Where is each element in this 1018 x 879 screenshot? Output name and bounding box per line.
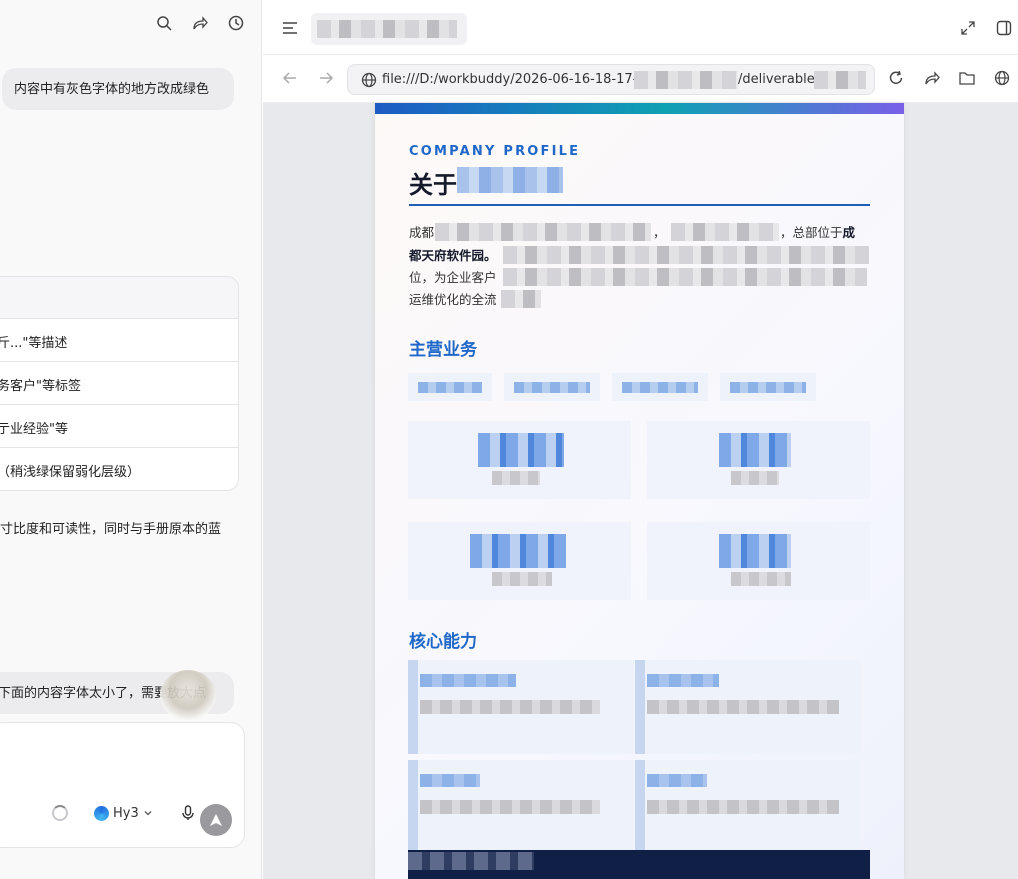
- model-logo-icon: [94, 805, 109, 821]
- table-row: 斤..."等描述: [0, 319, 238, 362]
- business-card: [408, 522, 631, 600]
- para-text: 位，为企业客户: [409, 270, 497, 285]
- url-text-2: /deliverables/: [738, 72, 826, 87]
- address-bar[interactable]: file:///D:/workbuddy/2026-06-16-18-17-46…: [347, 64, 875, 95]
- model-selector[interactable]: Hy3: [94, 805, 153, 821]
- doc-paragraph-line: 都天府软件园。: [409, 245, 497, 264]
- tab-bar: [263, 0, 1018, 55]
- doc-paragraph-line: ，: [653, 222, 666, 241]
- loading-spinner-icon: [52, 805, 68, 821]
- capability-card: [408, 660, 634, 754]
- microphone-icon[interactable]: [179, 804, 197, 822]
- doc-paragraph-line: 运维优化的全流: [409, 289, 497, 308]
- globe-icon: [360, 71, 378, 89]
- para-redacted: [501, 290, 541, 308]
- assistant-reply-text: 寸比度和可读性，同时与手册原本的蓝: [0, 522, 222, 537]
- assistant-avatar: [160, 670, 216, 720]
- summary-table: 斤..."等描述 务客户"等标签 亍业经验"等 （稍浅绿保留弱化层级）: [0, 276, 239, 491]
- navigation-bar: file:///D:/workbuddy/2026-06-16-18-17-46…: [263, 55, 1018, 103]
- chevron-down-icon: [144, 811, 152, 816]
- doc-eyebrow: COMPANY PROFILE: [409, 144, 581, 159]
- capability-card: [635, 660, 861, 754]
- business-tag: [720, 373, 816, 401]
- input-toolbar: Hy3: [52, 804, 197, 822]
- sidebar-toggle-icon[interactable]: [995, 19, 1013, 37]
- para-text: 运维优化的全流: [409, 292, 497, 307]
- business-card: [408, 421, 631, 499]
- chat-toolbar: [155, 14, 245, 32]
- send-button[interactable]: [200, 804, 232, 836]
- doc-paragraph-line: 位，为企业客户: [409, 267, 497, 286]
- document-page: COMPANY PROFILE 关于 成都 ， ，总部位于成 都天府软件园。 位…: [375, 103, 904, 879]
- url-redacted-2: [814, 71, 866, 89]
- doc-footer-banner: [408, 850, 870, 879]
- menu-icon[interactable]: [281, 19, 299, 37]
- url-text: file:///D:/workbuddy/2026-06-16-18-17-46: [382, 72, 654, 87]
- para-redacted: [503, 268, 867, 286]
- para-bold: 成: [842, 225, 856, 240]
- business-tag: [612, 373, 708, 401]
- share-icon[interactable]: [923, 69, 941, 87]
- url-redacted: [634, 71, 738, 89]
- table-row: 亍业经验"等: [0, 405, 238, 448]
- forward-arrow-icon[interactable]: [317, 69, 335, 87]
- business-tag: [504, 373, 600, 401]
- para-redacted: [671, 223, 779, 241]
- folder-icon[interactable]: [958, 69, 976, 87]
- para-text: ，: [653, 225, 666, 240]
- para-redacted: [503, 246, 869, 264]
- capability-card: [408, 760, 634, 854]
- business-tag: [408, 373, 492, 401]
- title-divider: [409, 204, 870, 206]
- share-icon[interactable]: [191, 14, 209, 32]
- doc-paragraph-line: 成都: [409, 222, 434, 241]
- browser-panel: file:///D:/workbuddy/2026-06-16-18-17-46…: [263, 0, 1018, 879]
- back-arrow-icon[interactable]: [281, 69, 299, 87]
- doc-title-redacted: [457, 167, 563, 193]
- business-card: [647, 522, 870, 600]
- user-message-bubble: 内容中有灰色字体的地方改成绿色: [2, 68, 234, 110]
- capability-card: [635, 760, 861, 854]
- business-card: [647, 421, 870, 499]
- reload-icon[interactable]: [887, 69, 905, 87]
- model-name: Hy3: [113, 805, 139, 821]
- tab-title-redacted: [317, 20, 457, 38]
- doc-paragraph-line: ，总部位于成: [780, 222, 855, 241]
- history-icon[interactable]: [227, 14, 245, 32]
- section-title-business: 主营业务: [409, 340, 477, 360]
- table-row: （稍浅绿保留弱化层级）: [0, 465, 141, 480]
- header-gradient-stripe: [375, 103, 904, 114]
- search-icon[interactable]: [155, 14, 173, 32]
- send-arrow-icon: [210, 814, 222, 826]
- doc-title: 关于: [409, 171, 457, 199]
- chat-panel: 内容中有灰色字体的地方改成绿色 斤..."等描述 务客户"等标签 亍业经验"等 …: [0, 0, 262, 879]
- para-text: ，总部位于: [780, 225, 843, 240]
- table-header: [0, 277, 238, 319]
- expand-icon[interactable]: [959, 19, 977, 37]
- globe-icon[interactable]: [993, 69, 1011, 87]
- para-bold: 都天府软件园。: [409, 248, 497, 263]
- tab-active[interactable]: [311, 13, 467, 45]
- table-row: 务客户"等标签: [0, 362, 238, 405]
- para-text: 成都: [409, 225, 435, 240]
- section-title-capabilities: 核心能力: [409, 632, 477, 652]
- para-redacted: [435, 223, 651, 241]
